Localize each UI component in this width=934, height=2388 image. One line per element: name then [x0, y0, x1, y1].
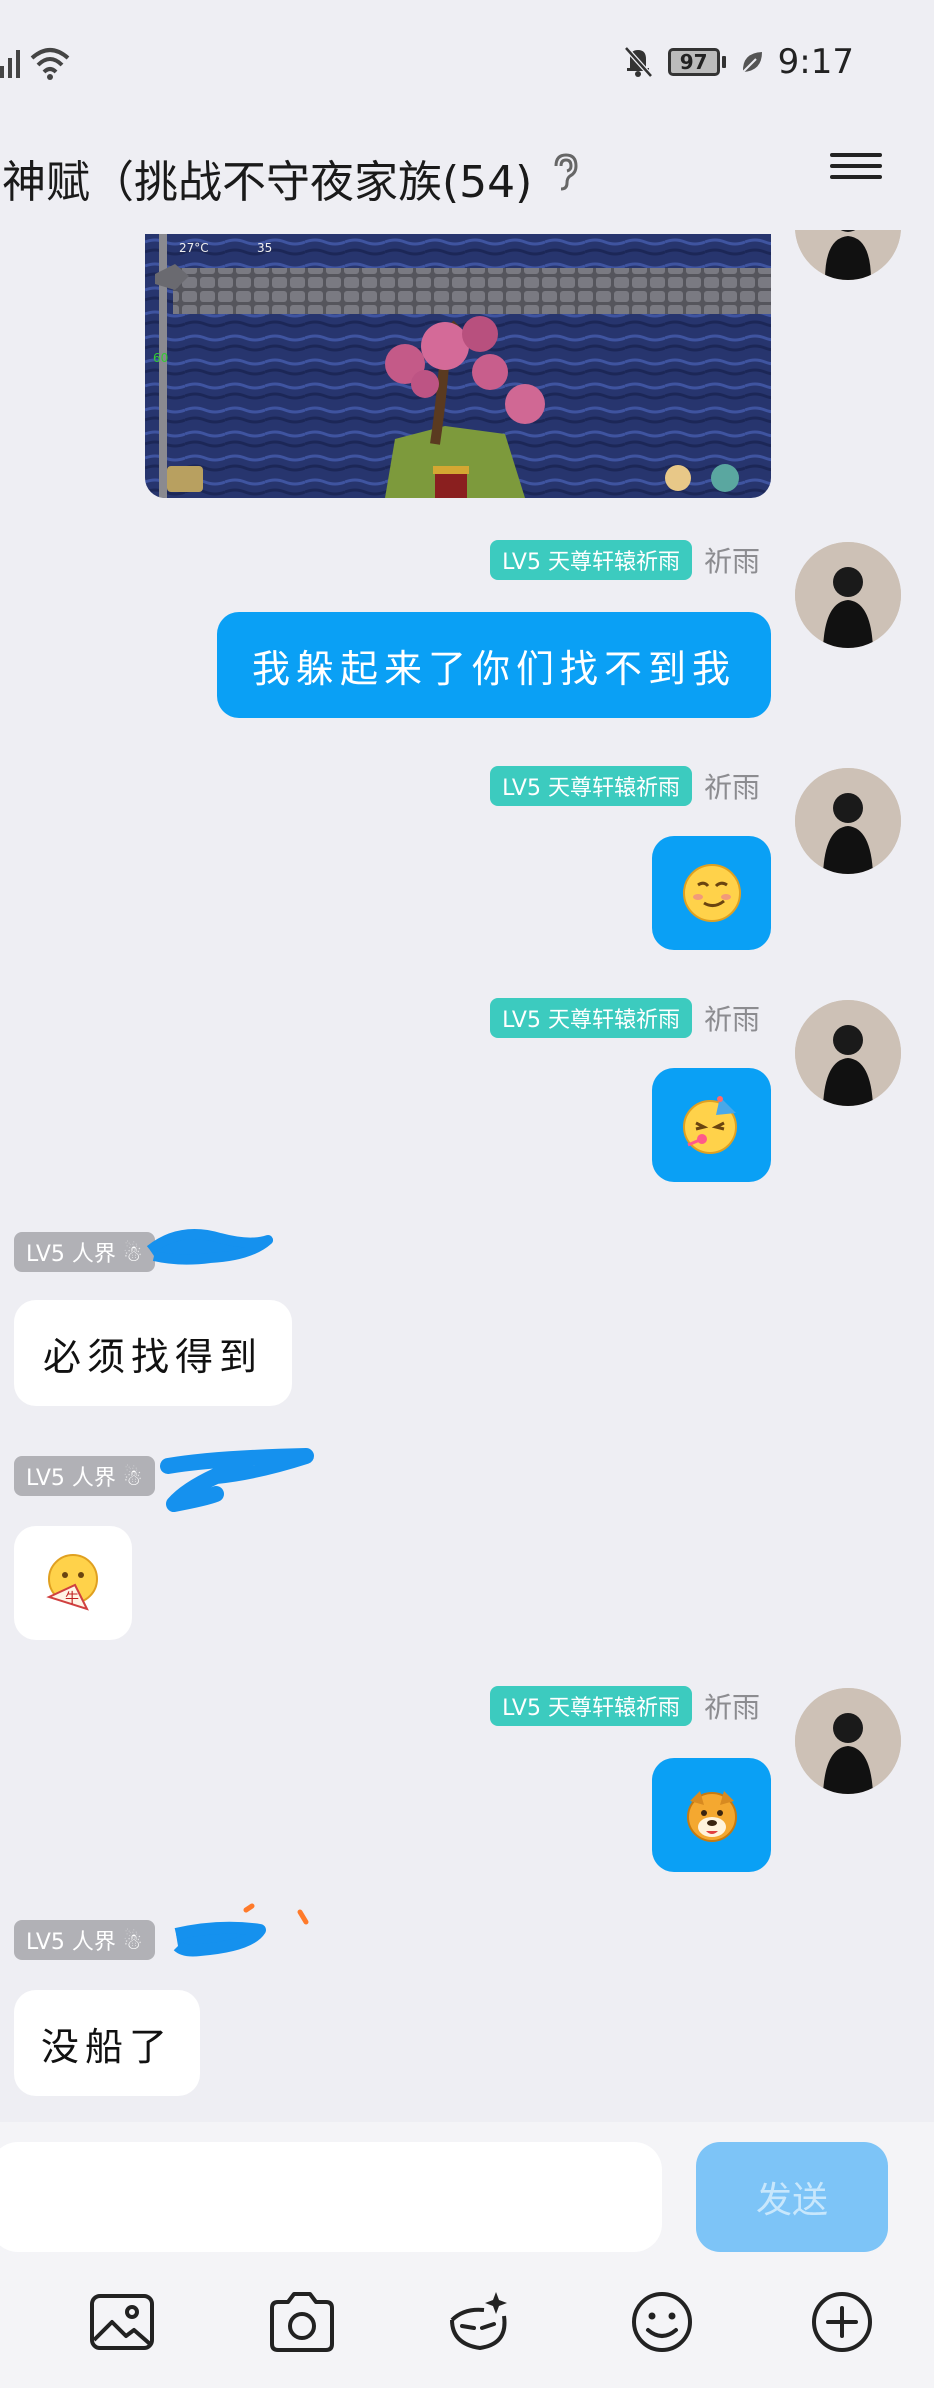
sender-name[interactable]: 祈雨 — [704, 766, 760, 806]
level-badge-text: LV5 人界 — [26, 1242, 116, 1267]
level-badge: LV5 人界 ☃ — [14, 1232, 155, 1272]
group-title[interactable]: 神赋（挑战不守夜家族(54) — [2, 146, 532, 210]
message-bubble[interactable] — [652, 836, 771, 950]
clock: 9:17 — [777, 42, 854, 82]
camera-icon[interactable] — [266, 2286, 338, 2358]
battery-icon: 97 — [667, 48, 726, 76]
message-text: 必须找得到 — [42, 1334, 263, 1379]
level-badge: LV5 天尊轩辕祈雨 — [490, 766, 692, 806]
message-bubble[interactable] — [652, 1758, 771, 1872]
party-face-emoji — [682, 1096, 737, 1154]
menu-icon[interactable] — [830, 146, 882, 190]
count-label: 35 — [257, 241, 272, 255]
message-list[interactable]: 27°C 35 60 LV5 天尊轩辕祈雨 祈雨 我躲起来了你们找不到我 LV5… — [0, 230, 934, 2122]
level-badge: LV5 人界 ☃ — [14, 1456, 155, 1496]
level-badge: LV5 人界 ☃ — [14, 1920, 155, 1960]
sender-name[interactable]: 祈雨 — [704, 1686, 760, 1726]
message-bubble[interactable]: 我躲起来了你们找不到我 — [217, 612, 771, 718]
face-effect-icon[interactable] — [444, 2286, 516, 2358]
wifi-icon — [30, 48, 70, 80]
avatar[interactable] — [795, 1000, 901, 1106]
status-bar: 97 9:17 — [0, 0, 934, 130]
input-bar: 发送 — [0, 2122, 934, 2262]
level-badge: LV5 天尊轩辕祈雨 — [490, 540, 692, 580]
dog-face-emoji — [686, 1791, 737, 1842]
chat-header: 神赋（挑战不守夜家族(54) — [0, 130, 934, 230]
send-button[interactable]: 发送 — [696, 2142, 888, 2252]
level-badge: LV5 天尊轩辕祈雨 — [490, 998, 692, 1038]
battery-level: 97 — [667, 48, 720, 76]
temperature-label: 27°C — [179, 241, 209, 255]
image-icon[interactable] — [86, 2286, 158, 2358]
message-bubble[interactable] — [652, 1068, 771, 1182]
level-badge: LV5 天尊轩辕祈雨 — [490, 1686, 692, 1726]
sender-row: LV5 天尊轩辕祈雨 祈雨 — [490, 540, 760, 580]
avatar[interactable] — [795, 768, 901, 874]
redaction-scribble — [146, 1229, 273, 1265]
mute-bell-icon — [623, 46, 653, 78]
sender-row: LV5 人界 ☃ — [14, 1456, 155, 1496]
message-text: 没船了 — [40, 2024, 173, 2069]
chat-screen: 97 9:17 神赋（挑战不守夜家族(54) 27°C 35 60 LV5 天尊… — [0, 0, 934, 2388]
leaf-icon — [741, 52, 762, 73]
plus-icon[interactable] — [806, 2286, 878, 2358]
emoji-icon[interactable] — [626, 2286, 698, 2358]
message-input[interactable] — [0, 2142, 662, 2252]
avatar[interactable] — [795, 1688, 901, 1794]
sender-row: LV5 天尊轩辕祈雨 祈雨 — [490, 998, 760, 1038]
snowman-icon: ☃ — [122, 1930, 143, 1955]
fan-char: 牛 — [65, 1591, 79, 1607]
message-bubble[interactable]: 没船了 — [14, 1990, 200, 2096]
sender-row: LV5 天尊轩辕祈雨 祈雨 — [490, 766, 760, 806]
ear-icon[interactable] — [550, 152, 580, 192]
game-screenshot-image[interactable]: 27°C 35 60 — [145, 234, 771, 498]
snowman-icon: ☃ — [122, 1466, 143, 1491]
sender-name[interactable]: 祈雨 — [704, 998, 760, 1038]
redaction-scribble — [173, 1903, 309, 1957]
message-text: 我躲起来了你们找不到我 — [251, 646, 736, 691]
smirk-face-emoji — [682, 864, 741, 922]
fan-face-emoji: 牛 — [46, 1554, 98, 1611]
sender-row: LV5 天尊轩辕祈雨 祈雨 — [490, 1686, 760, 1726]
sender-name[interactable]: 祈雨 — [704, 540, 760, 580]
sender-row: LV5 人界 ☃ — [14, 1920, 155, 1960]
avatar[interactable] — [795, 542, 901, 648]
level-badge-text: LV5 人界 — [26, 1930, 116, 1955]
side-value-label: 60 — [153, 351, 168, 365]
bottom-toolbar — [0, 2262, 934, 2388]
message-bubble[interactable]: 必须找得到 — [14, 1300, 292, 1406]
avatar[interactable] — [795, 230, 901, 280]
signal-icon — [0, 50, 20, 78]
sender-row: LV5 人界 ☃ — [14, 1232, 155, 1272]
message-bubble[interactable]: 牛 — [14, 1526, 132, 1640]
redaction-scribble — [160, 1448, 314, 1512]
level-badge-text: LV5 人界 — [26, 1466, 116, 1491]
